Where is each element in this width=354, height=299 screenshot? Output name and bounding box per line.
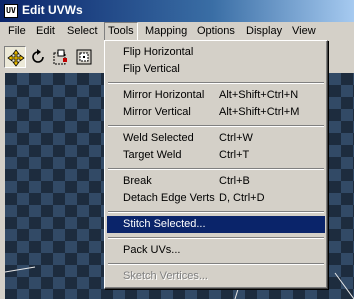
menu-item-shortcut: Ctrl+T — [219, 149, 250, 161]
menu-item-shortcut: Ctrl+W — [219, 132, 253, 144]
menu-bar: File Edit Select Tools Mapping Options D… — [0, 22, 354, 42]
rotate-icon — [32, 49, 44, 63]
menu-item-label: Mirror Horizontal — [123, 89, 205, 101]
menu-item-label: Flip Vertical — [123, 63, 180, 75]
menu-options[interactable]: Options — [193, 22, 239, 41]
menu-item-label: Sketch Vertices... — [123, 270, 208, 282]
menu-item-shortcut: Alt+Shift+Ctrl+M — [219, 106, 300, 118]
freeform-icon — [76, 49, 92, 65]
menu-item-weld-selected[interactable]: Weld Selected Ctrl+W — [107, 130, 325, 147]
menu-item-label: Stitch Selected... — [123, 218, 206, 230]
menu-separator — [108, 125, 324, 127]
menu-item-label: Weld Selected — [123, 132, 194, 144]
menu-item-flip-vertical[interactable]: Flip Vertical — [107, 61, 325, 78]
menu-tools[interactable]: Tools — [104, 22, 138, 41]
menu-view[interactable]: View — [288, 22, 320, 41]
menu-item-shortcut: Alt+Shift+Ctrl+N — [219, 89, 299, 101]
scale-tool-button[interactable] — [50, 46, 72, 68]
menu-item-shortcut: Ctrl+B — [219, 175, 250, 187]
title-bar: UV Edit UVWs — [0, 0, 354, 22]
menu-edit[interactable]: Edit — [32, 22, 59, 41]
menu-item-label: Detach Edge Verts — [123, 192, 215, 204]
menu-display[interactable]: Display — [242, 22, 286, 41]
menu-item-label: Mirror Vertical — [123, 106, 191, 118]
tools-dropdown-menu: Flip Horizontal Flip Vertical Mirror Hor… — [104, 40, 328, 289]
menu-separator — [108, 211, 324, 213]
menu-mapping[interactable]: Mapping — [141, 22, 191, 41]
move-icon — [7, 49, 25, 67]
menu-item-flip-horizontal[interactable]: Flip Horizontal — [107, 44, 325, 61]
menu-item-shortcut: D, Ctrl+D — [219, 192, 265, 204]
scale-icon — [53, 49, 67, 65]
menu-item-mirror-vertical[interactable]: Mirror Vertical Alt+Shift+Ctrl+M — [107, 104, 325, 121]
menu-item-detach-edge-verts[interactable]: Detach Edge Verts D, Ctrl+D — [107, 190, 325, 207]
menu-select[interactable]: Select — [63, 22, 102, 41]
menu-item-mirror-horizontal[interactable]: Mirror Horizontal Alt+Shift+Ctrl+N — [107, 87, 325, 104]
menu-separator — [108, 168, 324, 170]
menu-separator — [108, 263, 324, 265]
menu-item-label: Pack UVs... — [123, 244, 181, 256]
move-tool-button[interactable] — [4, 46, 26, 68]
menu-item-target-weld[interactable]: Target Weld Ctrl+T — [107, 147, 325, 164]
freeform-tool-button[interactable] — [73, 46, 95, 68]
menu-item-label: Target Weld — [123, 149, 182, 161]
menu-file[interactable]: File — [4, 22, 30, 41]
menu-item-label: Break — [123, 175, 152, 187]
menu-item-pack-uvs[interactable]: Pack UVs... — [107, 242, 325, 259]
menu-item-break[interactable]: Break Ctrl+B — [107, 173, 325, 190]
rotate-tool-button[interactable] — [27, 46, 49, 68]
menu-item-sketch-vertices: Sketch Vertices... — [107, 268, 325, 285]
menu-separator — [108, 82, 324, 84]
menu-item-stitch-selected[interactable]: Stitch Selected... — [107, 216, 325, 233]
uvw-app-icon[interactable]: UV — [4, 4, 18, 18]
menu-item-label: Flip Horizontal — [123, 46, 194, 58]
window-title: Edit UVWs — [22, 3, 83, 17]
menu-separator — [108, 237, 324, 239]
